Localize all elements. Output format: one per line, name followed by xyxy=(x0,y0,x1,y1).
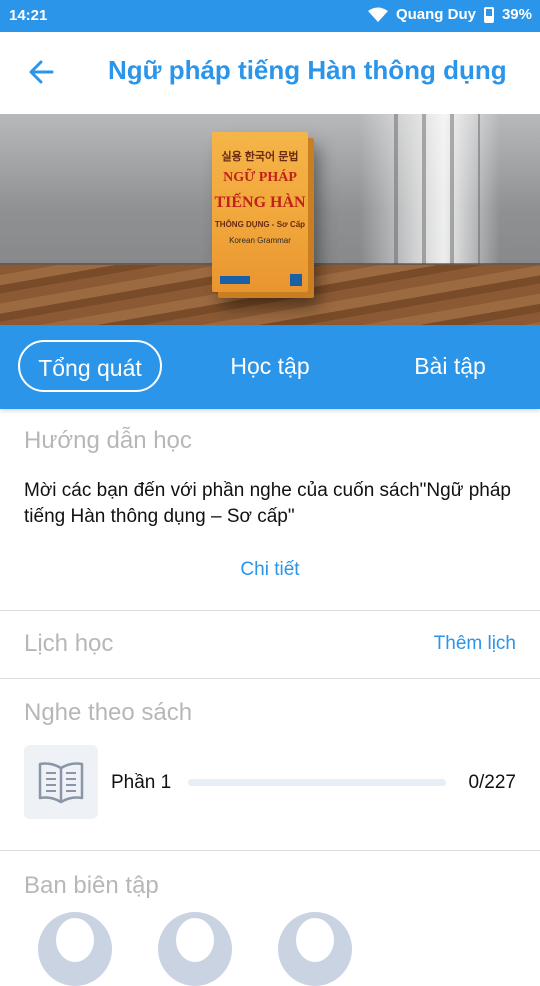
page-title: Ngữ pháp tiếng Hàn thông dụng xyxy=(108,55,507,85)
editors-list xyxy=(0,912,540,986)
app-bar: Ngữ pháp tiếng Hàn thông dụng xyxy=(0,32,540,115)
status-right: Quang Duy 39% xyxy=(367,6,532,23)
editors-heading: Ban biên tập xyxy=(24,872,159,899)
part-progress-count: 0/227 xyxy=(468,772,516,793)
guide-heading: Hướng dẫn học xyxy=(24,427,192,454)
book-cover-image: 실용 한국어 문법 NGỮ PHÁP TIẾNG HÀN THÔNG DỤNG … xyxy=(212,132,308,292)
tab-exercises[interactable]: Bài tập xyxy=(380,340,520,392)
book-korean-title: 실용 한국어 문법 xyxy=(221,151,299,163)
guide-text: Mời các bạn đến với phần nghe của cuốn s… xyxy=(24,480,511,527)
add-schedule-link[interactable]: Thêm lịch xyxy=(434,633,516,655)
tab-bar: Tổng quát Học tập Bài tập xyxy=(0,325,540,409)
avatar[interactable] xyxy=(158,912,232,986)
tab-study[interactable]: Học tập xyxy=(200,340,340,392)
avatar[interactable] xyxy=(278,912,352,986)
open-book-icon xyxy=(38,762,84,804)
book-subtitle: THÔNG DỤNG - Sơ Cấp xyxy=(214,220,306,229)
back-button[interactable] xyxy=(24,54,60,90)
status-bar: 14:21 Quang Duy 39% xyxy=(0,0,540,32)
part-progress-bar xyxy=(188,779,446,786)
book-badge xyxy=(290,274,302,286)
part-label: Phần 1 xyxy=(111,772,172,793)
divider xyxy=(0,678,540,679)
tab-overview[interactable]: Tổng quát xyxy=(18,340,162,392)
book-thumbnail xyxy=(24,745,98,819)
status-time: 14:21 xyxy=(9,7,48,24)
book-english-title: Korean Grammar xyxy=(229,236,291,245)
divider xyxy=(0,850,540,851)
status-battery: 39% xyxy=(501,6,532,23)
detail-link[interactable]: Chi tiết xyxy=(0,559,540,581)
list-item[interactable]: Phần 1 0/227 xyxy=(24,745,516,819)
book-banner: 실용 한국어 문법 NGỮ PHÁP TIẾNG HÀN THÔNG DỤNG … xyxy=(0,114,540,325)
status-carrier: Quang Duy xyxy=(395,6,476,23)
arrow-left-icon xyxy=(29,60,54,84)
avatar[interactable] xyxy=(38,912,112,986)
publisher-logo xyxy=(220,276,250,284)
schedule-heading: Lịch học xyxy=(24,630,114,657)
banner-window-bars xyxy=(370,114,480,264)
book-title-line2: TIẾNG HÀN xyxy=(214,194,306,211)
book-title-line1: NGỮ PHÁP xyxy=(223,170,297,185)
battery-icon xyxy=(483,6,494,23)
wifi-icon xyxy=(367,7,388,23)
divider xyxy=(0,610,540,611)
listening-heading: Nghe theo sách xyxy=(24,699,193,726)
